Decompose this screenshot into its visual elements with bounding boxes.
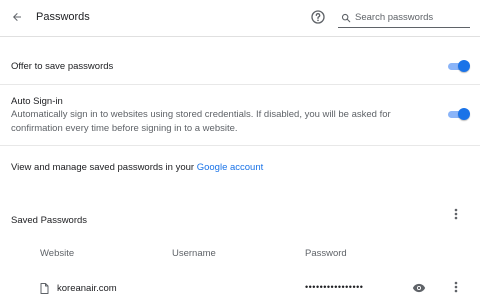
search-box: [338, 8, 470, 28]
search-input[interactable]: [355, 12, 465, 23]
passwords-settings-page: Passwords Offer to save passwords Auto S…: [0, 0, 480, 302]
column-header-password: Password: [305, 248, 347, 259]
row-password: ••••••••••••••••: [305, 282, 364, 292]
show-password-button[interactable]: [412, 281, 426, 295]
eye-icon: [412, 283, 426, 293]
divider: [0, 84, 480, 85]
auto-signin-toggle[interactable]: [446, 108, 470, 120]
header-bar: Passwords: [0, 0, 480, 37]
offer-to-save-label: Offer to save passwords: [11, 61, 114, 72]
manage-passwords-prefix: View and manage saved passwords in your: [11, 162, 197, 173]
back-button[interactable]: [8, 8, 26, 26]
more-vert-icon: [454, 281, 458, 293]
toggle-knob: [458, 60, 470, 72]
divider: [0, 145, 480, 146]
auto-signin-label: Auto Sign-in: [11, 96, 63, 107]
help-icon: [311, 10, 325, 24]
row-website: koreanair.com: [57, 283, 117, 294]
search-icon: [341, 13, 351, 22]
help-button[interactable]: [310, 9, 326, 25]
column-header-username: Username: [172, 248, 216, 259]
manage-passwords-text: View and manage saved passwords in your …: [11, 162, 263, 173]
file-icon: [40, 283, 49, 294]
back-arrow-icon: [13, 13, 21, 21]
toggle-knob: [458, 108, 470, 120]
offer-to-save-toggle[interactable]: [446, 60, 470, 72]
saved-passwords-menu-button[interactable]: [450, 207, 462, 221]
google-account-link[interactable]: Google account: [197, 162, 264, 173]
auto-signin-description-line2: confirmation every time before signing i…: [11, 123, 238, 134]
saved-passwords-heading: Saved Passwords: [11, 215, 88, 226]
auto-signin-description-line1: Automatically sign in to websites using …: [11, 109, 391, 120]
page-title: Passwords: [36, 11, 90, 23]
row-menu-button[interactable]: [450, 280, 462, 294]
table-row: koreanair.com ••••••••••••••••: [0, 275, 480, 302]
more-vert-icon: [454, 208, 458, 220]
column-header-website: Website: [40, 248, 75, 259]
